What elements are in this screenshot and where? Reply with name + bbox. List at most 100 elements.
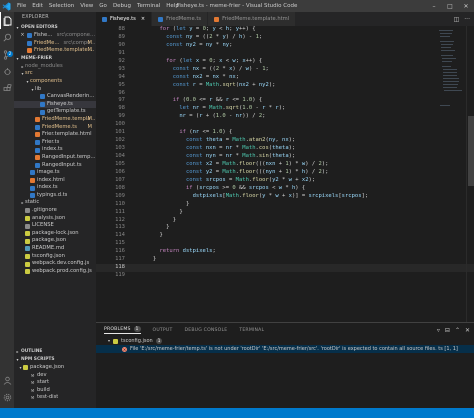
project-header[interactable]: ▾ MEME-FRIER (14, 55, 96, 63)
panel-tab-debug-console[interactable]: DEBUG CONSOLE (184, 328, 227, 333)
tab-friedmeme-ts[interactable]: FriedMeme.ts (152, 12, 209, 26)
accounts-icon[interactable] (0, 372, 14, 389)
more-actions-icon[interactable]: ··· (464, 16, 470, 23)
tree-item-index-html[interactable]: index.html (14, 177, 96, 185)
code-line: 114 } (96, 232, 474, 240)
explorer-icon[interactable] (0, 12, 14, 29)
tree-item-label: index.ts (42, 146, 63, 153)
code-token: ) * (288, 160, 302, 167)
gear-icon[interactable] (0, 389, 14, 406)
open-editors-header[interactable]: ▾ OPEN EDITORS (14, 24, 96, 32)
npm-scripts-header[interactable]: ▾ NPM SCRIPTS (14, 356, 96, 364)
tree-item-typings-d-ts[interactable]: typings.d.ts (14, 192, 96, 200)
code-line: 93 const nx = ((2 * x) / w) - 1; (96, 66, 474, 74)
scrollbar-thumb[interactable] (468, 116, 474, 186)
tree-item-lib[interactable]: ▾ lib (14, 86, 96, 94)
menu-view[interactable]: View (77, 0, 96, 12)
tree-item-license[interactable]: LICENSE (14, 222, 96, 230)
extensions-icon[interactable] (0, 80, 14, 97)
menu-file[interactable]: File (14, 0, 29, 12)
wrench-icon: ⚒ (30, 380, 35, 386)
outline-header[interactable]: ▸ OUTLINE (14, 348, 96, 356)
explorer-sidebar: EXPLORER ▾ OPEN EDITORS ×Fisheye.tssrc\c… (14, 12, 96, 408)
filter-icon[interactable]: ▿ (437, 327, 440, 334)
tree-item-package-json[interactable]: package.json (14, 237, 96, 245)
tree-item-static[interactable]: ▸ static (14, 199, 96, 207)
menu-help[interactable]: Help (163, 0, 182, 12)
open-editor-item[interactable]: × Fisheye.tssrc\components\lib (14, 32, 96, 40)
tree-item-canvasrenderingcontext2d[interactable]: CanvasRenderingContext2D... (14, 93, 96, 101)
code-text: dstpixels[Math.floor(y * w + x)] = srcpi… (127, 193, 369, 201)
file-tree: ▸ node_modules ▾ src ▾ components ▾ lib CanvasRe… (14, 63, 96, 276)
tree-item-package-lock-json[interactable]: package-lock.json (14, 230, 96, 238)
line-number: 89 (118, 33, 125, 40)
close-icon[interactable]: × (20, 33, 25, 38)
tree-item-index-ts[interactable]: index.ts (14, 146, 96, 154)
tree-item-webpack-dev-config-js[interactable]: webpack.dev.config.js (14, 260, 96, 268)
status-bar (0, 408, 474, 418)
open-editor-item[interactable]: FriedMeme.template.html M (14, 47, 96, 55)
search-icon[interactable] (0, 29, 14, 46)
tree-item-webpack-prod-config-js[interactable]: webpack.prod.config.js (14, 268, 96, 276)
npm-script-test-dist[interactable]: ⚒ test-dist (14, 394, 96, 402)
tree-item-friedmeme-template-html[interactable]: FriedMeme.template.htmlM (14, 116, 96, 124)
tree-item-src[interactable]: ▾ src (14, 70, 96, 78)
npm-script-build[interactable]: ⚒ build (14, 387, 96, 395)
debug-icon[interactable] (0, 63, 14, 80)
tree-item-node-modules[interactable]: ▸ node_modules (14, 63, 96, 71)
problem-message-row[interactable]: × File 'E:/src/meme-frier/temp.ts' is no… (96, 345, 474, 353)
code-token: for (166, 57, 177, 64)
npm-script-dev[interactable]: ⚒ dev (14, 372, 96, 380)
ts-file-icon (35, 147, 40, 153)
maximize-panel-icon[interactable]: ⌃ (455, 327, 460, 334)
close-icon[interactable]: × (141, 16, 145, 22)
maximize-icon[interactable]: □ (442, 0, 458, 12)
menu-terminal[interactable]: Terminal (134, 0, 163, 12)
tree-item-gitignore[interactable]: .gitignore (14, 207, 96, 215)
tree-item-components[interactable]: ▾ components (14, 78, 96, 86)
minimize-icon[interactable]: – (426, 0, 442, 12)
tab-friedmeme-template-html[interactable]: FriedMeme.template.html (208, 12, 297, 26)
menu-debug[interactable]: Debug (110, 0, 134, 12)
tree-item-tsconfig-json[interactable]: tsconfig.json (14, 253, 96, 261)
code-token: ) / (305, 160, 319, 167)
tree-item-rangedinput-template-html[interactable]: RangedInput.template.html (14, 154, 96, 162)
code-editor[interactable]: 88 for (let y = 0; y < h; y++) {89 const… (96, 26, 474, 322)
panel-tab-output[interactable]: OUTPUT (153, 328, 173, 333)
json-file-icon (25, 231, 30, 237)
tab-fisheye-ts[interactable]: Fisheye.ts × (96, 12, 153, 26)
tree-item-analysis-json[interactable]: analysis.json (14, 215, 96, 223)
menu-selection[interactable]: Selection (46, 0, 77, 12)
split-editor-icon[interactable]: ◫ (454, 16, 460, 23)
tree-item-fisheye-ts[interactable]: Fisheye.ts (14, 100, 96, 109)
tree-item-index-ts[interactable]: index.ts (14, 184, 96, 192)
npm-script-start[interactable]: ⚒ start (14, 379, 96, 387)
close-panel-icon[interactable]: ✕ (465, 327, 470, 334)
title-bar: File Edit Selection View Go Debug Terminal Help… (0, 0, 474, 12)
npm-package-file[interactable]: ▾ package.json (14, 364, 96, 372)
tree-item-readme-md[interactable]: README.md (14, 245, 96, 253)
tree-item-rangedinput-ts[interactable]: RangedInput.ts (14, 162, 96, 170)
code-token: theta (272, 153, 289, 159)
code-line: 95 const r = Math.sqrt(nx2 + ny2); (96, 82, 474, 90)
editor-scrollbar[interactable] (466, 26, 474, 322)
problem-file-row[interactable]: ▾ tsconfig.json 1 (96, 337, 474, 345)
tree-item-frier-ts[interactable]: Frier.ts (14, 139, 96, 147)
tree-item-image-ts[interactable]: image.ts (14, 169, 96, 177)
panel-tab-problems[interactable]: PROBLEMS 1 (104, 326, 141, 334)
open-editor-name: Fisheye.ts (34, 32, 55, 38)
menu-edit[interactable]: Edit (29, 0, 46, 12)
menu-go[interactable]: Go (96, 0, 110, 12)
open-editor-item[interactable]: FriedMeme.tssrc\componentsM (14, 40, 96, 48)
tree-item-friedmeme-ts[interactable]: FriedMeme.ts M (14, 124, 96, 132)
html-file-icon (35, 155, 40, 161)
panel-tab-terminal[interactable]: TERMINAL (239, 328, 264, 333)
code-token: ); (288, 137, 296, 144)
minimap[interactable] (436, 26, 464, 146)
close-window-icon[interactable]: ✕ (458, 0, 474, 12)
tree-item-frier-template-html[interactable]: Frier.template.html (14, 131, 96, 139)
tree-item-gettemplate-ts[interactable]: getTemplate.ts (14, 108, 96, 116)
collapse-all-icon[interactable]: ⊟ (445, 327, 450, 334)
tree-item-label: tsconfig.json (32, 252, 65, 259)
code-token: ; (262, 113, 266, 120)
